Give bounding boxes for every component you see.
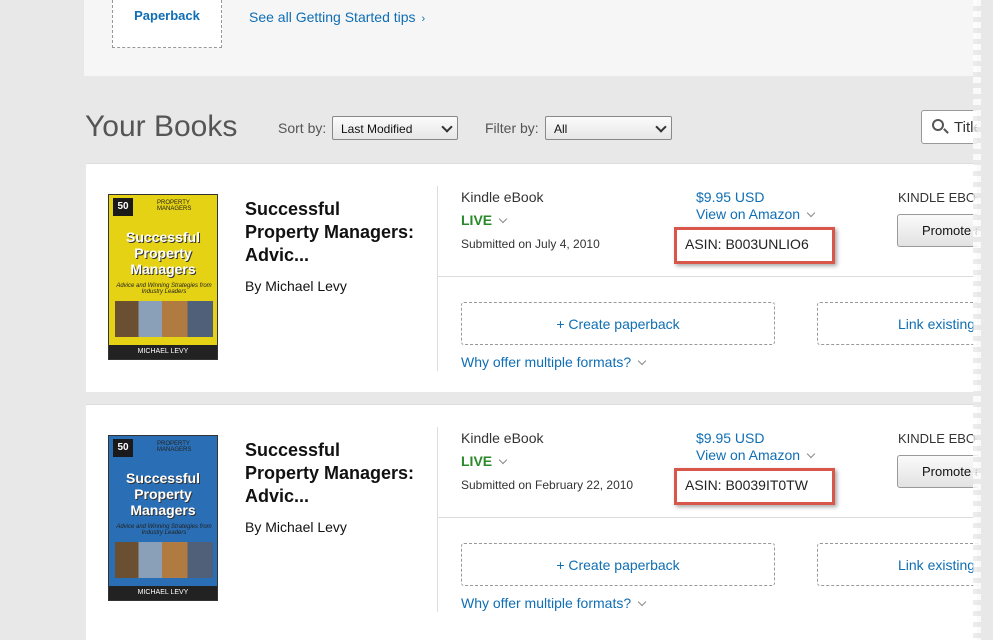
cover-badge: 50 [113, 198, 133, 216]
book-cover[interactable]: 50 PROPERTY MANAGERS Successful Property… [108, 194, 218, 360]
why-multiple-formats-link[interactable]: Why offer multiple formats? [461, 354, 647, 370]
why-label: Why offer multiple formats? [461, 595, 632, 611]
paperback-label: Paperback [134, 8, 200, 23]
chevron-down-icon [637, 597, 647, 607]
book-title[interactable]: Successful Property Managers: Advic... [245, 439, 415, 508]
chevron-down-icon [637, 356, 647, 366]
book-cover[interactable]: 50 PROPERTY MANAGERS Successful Property… [108, 435, 218, 601]
cover-topline: PROPERTY MANAGERS [157, 200, 192, 212]
divider [438, 276, 984, 277]
submitted-date: Submitted on February 22, 2010 [461, 478, 634, 492]
sort-select[interactable]: Last Modified [332, 116, 458, 140]
view-on-amazon-link[interactable]: View on Amazon [696, 447, 816, 463]
cover-title: Successful Property Managers [126, 470, 200, 518]
book-card: 50 PROPERTY MANAGERS Successful Property… [86, 163, 993, 392]
see-all-tips-link[interactable]: See all Getting Started tips › [249, 9, 425, 25]
submitted-date: Submitted on July 4, 2010 [461, 237, 600, 251]
link-existing-button[interactable]: Link existing p [817, 543, 993, 586]
asin-highlight: ASIN: B003UNLIO6 [674, 227, 835, 264]
cover-badge: 50 [113, 439, 133, 457]
cover-photos [115, 542, 213, 578]
sort-label: Sort by: [278, 120, 327, 136]
chevron-down-icon [806, 208, 816, 218]
why-multiple-formats-link[interactable]: Why offer multiple formats? [461, 595, 647, 611]
divider [438, 517, 984, 518]
asin-highlight: ASIN: B0039IT0TW [674, 468, 835, 505]
chevron-down-icon [498, 455, 508, 465]
create-paperback-button[interactable]: + Create paperback [461, 543, 775, 586]
status-badge[interactable]: LIVE [461, 212, 508, 228]
view-link-label: View on Amazon [696, 206, 801, 222]
price: $9.95 USD [696, 430, 765, 446]
chevron-down-icon [498, 214, 508, 224]
chevron-down-icon [441, 121, 453, 133]
create-paperback-button[interactable]: + Create paperback [461, 302, 775, 345]
cover-title: Successful Property Managers [126, 229, 200, 277]
cover-topline: PROPERTY MANAGERS [157, 441, 192, 453]
chevron-down-icon [655, 121, 667, 133]
book-author: By Michael Levy [245, 519, 347, 535]
cover-photos [115, 301, 213, 337]
chevron-down-icon [806, 449, 816, 459]
filter-label: Filter by: [485, 120, 539, 136]
chevron-right-icon: › [421, 13, 426, 25]
divider [437, 427, 438, 612]
cover-subtitle: Advice and Winning Strategies from Indus… [116, 283, 212, 295]
tips-link-label: See all Getting Started tips [249, 9, 416, 25]
price: $9.95 USD [696, 189, 765, 205]
book-author: By Michael Levy [245, 278, 347, 294]
torn-edge [973, 0, 993, 640]
why-label: Why offer multiple formats? [461, 354, 632, 370]
format-label: Kindle eBook [461, 430, 544, 446]
status-badge[interactable]: LIVE [461, 453, 508, 469]
search-icon [932, 119, 944, 131]
format-label: Kindle eBook [461, 189, 544, 205]
status-label: LIVE [461, 212, 493, 228]
divider [437, 186, 438, 371]
view-on-amazon-link[interactable]: View on Amazon [696, 206, 816, 222]
left-background [0, 0, 84, 640]
cover-author: MICHAEL LEVY [109, 586, 217, 600]
page-title: Your Books [85, 110, 238, 143]
view-link-label: View on Amazon [696, 447, 801, 463]
paperback-tile[interactable]: Paperback [112, 0, 222, 48]
book-title[interactable]: Successful Property Managers: Advic... [245, 198, 415, 267]
sort-value: Last Modified [341, 122, 413, 136]
link-existing-button[interactable]: Link existing p [817, 302, 993, 345]
cover-author: MICHAEL LEVY [109, 345, 217, 359]
book-card: 50 PROPERTY MANAGERS Successful Property… [86, 404, 993, 640]
filter-value: All [554, 122, 568, 136]
filter-select[interactable]: All [545, 116, 672, 140]
cover-subtitle: Advice and Winning Strategies from Indus… [116, 524, 212, 536]
status-label: LIVE [461, 453, 493, 469]
